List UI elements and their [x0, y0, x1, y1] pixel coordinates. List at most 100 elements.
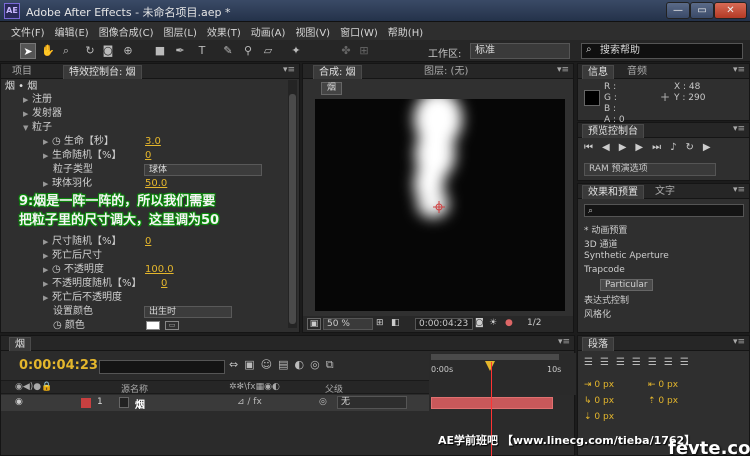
close-button[interactable]: ✕: [714, 2, 747, 19]
shy-icon[interactable]: ☺: [261, 358, 278, 371]
list-item-synthetic-aperture[interactable]: Synthetic Aperture: [584, 251, 669, 261]
prop-life[interactable]: ▶ ◷ 生命【秒】: [43, 135, 328, 149]
prop-size-over-life[interactable]: ▶ 死亡后尺寸: [43, 249, 328, 263]
text-tool-icon[interactable]: T: [194, 43, 210, 59]
layer-switch-fx-icon[interactable]: ⊿ / fx: [237, 397, 262, 407]
opacity-value[interactable]: 100.0: [145, 263, 185, 277]
toggle-mask-icon[interactable]: ◧: [391, 318, 403, 330]
tab-timeline-smoke[interactable]: 烟: [9, 337, 31, 351]
panel-menu-icon[interactable]: ▾≡: [733, 124, 745, 134]
menu-view[interactable]: 视图(V): [290, 24, 335, 39]
comp-mini-flowchart-icon[interactable]: ⇔: [229, 358, 244, 371]
layer-label-color[interactable]: [81, 398, 91, 408]
time-indicator-head-icon[interactable]: [485, 361, 495, 371]
expand-triangle-icon[interactable]: ▶: [43, 277, 52, 291]
expand-triangle-icon[interactable]: ▶: [43, 235, 52, 249]
selection-tool-icon[interactable]: ➤: [20, 43, 36, 59]
ram-preview-icon[interactable]: ▶: [703, 142, 720, 153]
justify-all-icon[interactable]: ☰: [680, 357, 696, 368]
collapse-triangle-icon[interactable]: ▼: [23, 121, 32, 135]
panel-menu-icon[interactable]: ▾≡: [283, 65, 295, 75]
workspace-select[interactable]: 标准: [470, 43, 570, 59]
magnification-dropdown[interactable]: 50 %: [323, 318, 373, 330]
stopwatch-icon[interactable]: ◷: [52, 264, 64, 275]
tab-character[interactable]: 文字: [650, 185, 680, 199]
timeline-current-time[interactable]: 0:00:04:23: [19, 358, 98, 373]
tab-paragraph[interactable]: 段落: [582, 337, 614, 351]
justify-right-icon[interactable]: ☰: [664, 357, 680, 368]
comp-name-chip[interactable]: 烟: [321, 82, 343, 95]
pan-behind-tool-icon[interactable]: ⊕: [120, 43, 136, 59]
brainstorm-icon[interactable]: ◎: [310, 358, 326, 371]
life-value[interactable]: 3.0: [145, 135, 185, 149]
clone-stamp-tool-icon[interactable]: ⚲: [240, 43, 256, 59]
prop-life-random[interactable]: ▶ 生命随机【%】: [43, 149, 328, 163]
visibility-eye-icon[interactable]: ◉: [15, 397, 23, 407]
timeline-ruler[interactable]: 0:00s 10s: [429, 353, 576, 395]
life-random-value[interactable]: 0: [145, 149, 185, 163]
puppet-pin-tool-icon[interactable]: ✦: [288, 43, 304, 59]
panel-menu-icon[interactable]: ▾≡: [733, 185, 745, 195]
menu-window[interactable]: 窗口(W): [335, 24, 383, 39]
timeline-search-input[interactable]: [99, 360, 225, 374]
color-swatch[interactable]: [146, 321, 160, 330]
menu-composition[interactable]: 图像合成(C): [94, 24, 159, 39]
tab-layer[interactable]: 图层: (无): [419, 65, 473, 79]
draft-3d-icon[interactable]: ▣: [244, 358, 260, 371]
motion-blur-icon[interactable]: ◐: [295, 358, 311, 371]
space-before-field[interactable]: ⇡ 0 px: [648, 396, 678, 406]
align-icon[interactable]: ⊞: [356, 43, 372, 59]
list-item-trapcode[interactable]: Trapcode: [584, 265, 625, 275]
parent-dropdown[interactable]: 无: [337, 396, 407, 409]
prop-emitter[interactable]: ▶ 发射器: [23, 107, 308, 121]
expand-triangle-icon[interactable]: ▶: [43, 149, 52, 163]
indent-right-field[interactable]: ⇤ 0 px: [648, 380, 678, 390]
tab-effects-presets[interactable]: 效果和预置: [582, 185, 644, 199]
opacity-random-value[interactable]: 0: [161, 277, 191, 291]
menu-animation[interactable]: 动画(A): [246, 24, 291, 39]
prop-size-random[interactable]: ▶ 尺寸随机【%】: [43, 235, 328, 249]
tab-info[interactable]: 信息: [582, 65, 614, 79]
minimize-button[interactable]: —: [666, 2, 690, 19]
prev-frame-icon[interactable]: ◀: [602, 142, 619, 153]
space-after-field[interactable]: ⇣ 0 px: [584, 412, 614, 422]
list-item-particular[interactable]: Particular: [600, 279, 653, 291]
layer-name[interactable]: 烟: [135, 396, 145, 411]
eyedropper-icon[interactable]: ▭: [165, 321, 179, 330]
expand-triangle-icon[interactable]: ▶: [23, 107, 32, 121]
channel-icon[interactable]: ●: [505, 318, 517, 330]
work-area-bar[interactable]: [431, 354, 559, 360]
list-item-3d-channel[interactable]: 3D 通道: [584, 237, 618, 250]
frame-blending-icon[interactable]: ▤: [278, 358, 294, 371]
align-left-icon[interactable]: ☰: [584, 357, 600, 368]
rotate-tool-icon[interactable]: ↻: [82, 43, 98, 59]
expand-triangle-icon[interactable]: ▶: [23, 93, 32, 107]
tab-effect-controls[interactable]: 特效控制台: 烟: [63, 65, 142, 79]
graph-editor-icon[interactable]: ⧉: [326, 358, 340, 371]
panel-menu-icon[interactable]: ▾≡: [733, 65, 745, 75]
indent-left-field[interactable]: ⇥ 0 px: [584, 380, 614, 390]
current-time-display[interactable]: 0:00:04:23: [415, 318, 473, 330]
menu-effect[interactable]: 效果(T): [202, 24, 246, 39]
menu-help[interactable]: 帮助(H): [383, 24, 428, 39]
tab-composition[interactable]: 合成: 烟: [313, 65, 362, 79]
column-source-name[interactable]: 源名称: [121, 382, 148, 395]
menu-layer[interactable]: 图层(L): [158, 24, 201, 39]
size-random-value[interactable]: 0: [145, 235, 185, 249]
list-item-stylize[interactable]: 风格化: [584, 307, 611, 320]
play-icon[interactable]: ▶: [619, 142, 636, 153]
align-center-icon[interactable]: ☰: [600, 357, 616, 368]
pen-tool-icon[interactable]: ✒: [172, 43, 188, 59]
menu-file[interactable]: 文件(F): [6, 24, 50, 39]
panel-menu-icon[interactable]: ▾≡: [558, 337, 570, 347]
next-frame-icon[interactable]: ▶: [635, 142, 652, 153]
list-item-animation-presets[interactable]: * 动画预置: [584, 223, 627, 236]
set-color-dropdown[interactable]: 出生时: [144, 306, 232, 318]
list-item-expression-controls[interactable]: 表达式控制: [584, 293, 629, 306]
particle-type-dropdown[interactable]: 球体: [144, 164, 262, 176]
audio-icon[interactable]: ♪: [670, 142, 685, 153]
grid-icon[interactable]: ⊞: [376, 318, 388, 330]
prop-register[interactable]: ▶ 注册: [23, 93, 308, 107]
tab-preview[interactable]: 预览控制台: [582, 124, 644, 138]
justify-left-icon[interactable]: ☰: [632, 357, 648, 368]
